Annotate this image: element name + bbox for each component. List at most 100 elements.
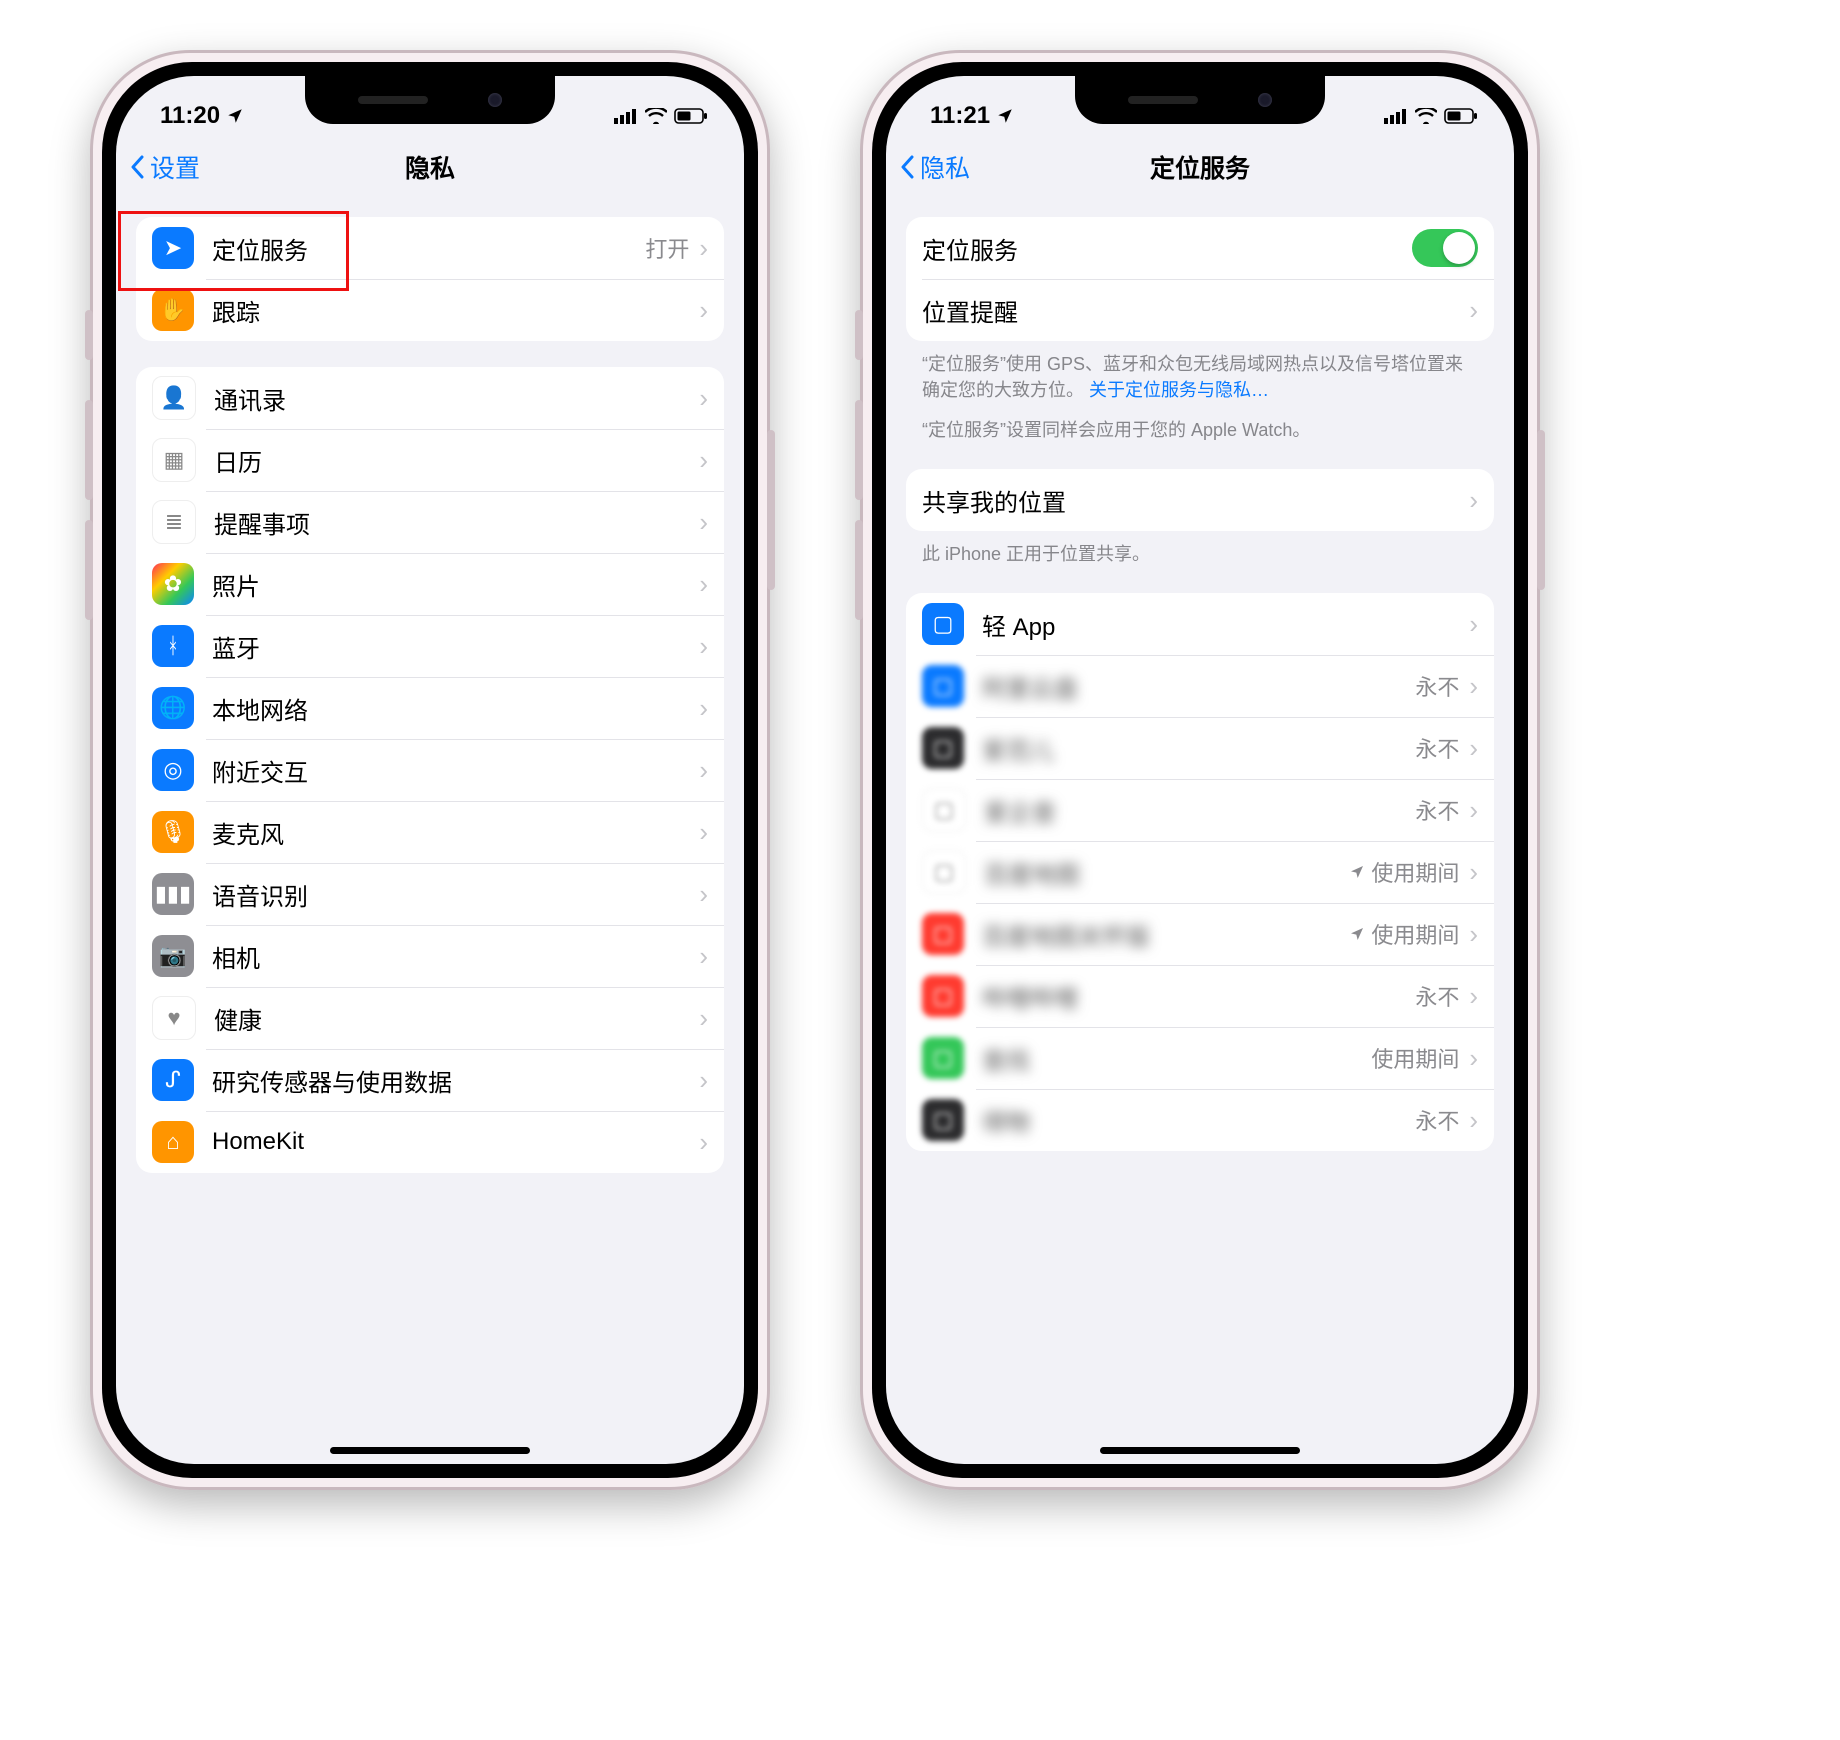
row-label: 研究传感器与使用数据 bbox=[212, 1063, 699, 1098]
list-row[interactable]: 🌐本地网络› bbox=[136, 677, 724, 739]
time-text: 11:21 bbox=[930, 102, 990, 130]
app-icon: ▢ bbox=[922, 603, 964, 645]
back-label: 设置 bbox=[150, 149, 200, 185]
content[interactable]: ➤定位服务打开›✋跟踪› 👤通讯录›▦日历›≣提醒事项›✿照片›ᚼ蓝牙›🌐本地网… bbox=[116, 201, 744, 1464]
list-row[interactable]: ▢哔哩哔哩永不› bbox=[906, 965, 1494, 1027]
mute-switch bbox=[855, 310, 863, 360]
chevron-right-icon: › bbox=[1469, 485, 1478, 516]
health-icon: ♥ bbox=[152, 996, 196, 1040]
battery-icon bbox=[1444, 108, 1478, 124]
chevron-right-icon: › bbox=[699, 631, 708, 662]
content[interactable]: 定位服务 位置提醒 › “定位服务”使用 GPS、蓝牙和众包无线局域网热点以及信… bbox=[886, 201, 1514, 1464]
list-row[interactable]: ▢百度地图使用期间› bbox=[906, 841, 1494, 903]
chevron-right-icon: › bbox=[699, 1065, 708, 1096]
row-label: 附近交互 bbox=[212, 753, 699, 788]
row-label: 哔哩哔哩 bbox=[982, 979, 1415, 1014]
speaker bbox=[1128, 96, 1198, 104]
row-label: 照片 bbox=[212, 567, 699, 602]
row-label: 健康 bbox=[214, 1001, 699, 1036]
globe-icon: 🌐 bbox=[152, 687, 194, 729]
app-icon: ▢ bbox=[922, 727, 964, 769]
list-row[interactable]: ▢百度地图关怀版使用期间› bbox=[906, 903, 1494, 965]
row-label: HomeKit bbox=[212, 1128, 699, 1156]
chevron-right-icon: › bbox=[699, 233, 708, 264]
list-row[interactable]: ▢轻 App› bbox=[906, 593, 1494, 655]
list-row[interactable]: ▢查找使用期间› bbox=[906, 1027, 1494, 1089]
chevron-right-icon: › bbox=[699, 941, 708, 972]
list-row[interactable]: ◎附近交互› bbox=[136, 739, 724, 801]
row-label: 阿里云盘 bbox=[982, 669, 1415, 704]
calendar-icon: ▦ bbox=[152, 438, 196, 482]
list-row[interactable]: ▢阿里云盘永不› bbox=[906, 655, 1494, 717]
contacts-icon: 👤 bbox=[152, 376, 196, 420]
cellular-icon bbox=[614, 108, 638, 124]
row-label: 爱范儿 bbox=[982, 731, 1415, 766]
list-row[interactable]: ♥健康› bbox=[136, 987, 724, 1049]
row-label: 麦克风 bbox=[212, 815, 699, 850]
row-value: 永不 bbox=[1415, 732, 1459, 764]
back-button[interactable]: 隐私 bbox=[900, 149, 970, 185]
chevron-right-icon: › bbox=[1469, 295, 1478, 326]
location-services-toggle-row[interactable]: 定位服务 bbox=[906, 217, 1494, 279]
location-group-main: 定位服务 位置提醒 › bbox=[906, 217, 1494, 341]
home-indicator[interactable] bbox=[330, 1447, 530, 1454]
status-time: 11:20 bbox=[160, 102, 244, 130]
row-label: 得物 bbox=[982, 1103, 1415, 1138]
list-row[interactable]: 📷相机› bbox=[136, 925, 724, 987]
row-label: 日历 bbox=[214, 443, 699, 478]
front-camera bbox=[488, 93, 502, 107]
share-location-group: 共享我的位置 › bbox=[906, 469, 1494, 531]
list-row[interactable]: ᔑ 研究传感器与使用数据› bbox=[136, 1049, 724, 1111]
hand-icon: ✋ bbox=[152, 289, 194, 331]
bluetooth-icon: ᚼ bbox=[152, 625, 194, 667]
row-label: 通讯录 bbox=[214, 381, 699, 416]
location-services-toggle[interactable] bbox=[1412, 229, 1478, 267]
volume-up bbox=[85, 400, 93, 500]
row-label: 定位服务 bbox=[922, 231, 1412, 266]
list-row[interactable]: ≣提醒事项› bbox=[136, 491, 724, 553]
phone-left: 11:20 bbox=[90, 50, 770, 1490]
row-label: 语音识别 bbox=[212, 877, 699, 912]
mic-icon: 🎙 bbox=[152, 811, 194, 853]
list-row[interactable]: ▦日历› bbox=[136, 429, 724, 491]
row-label: 轻 App bbox=[982, 607, 1469, 642]
chevron-right-icon: › bbox=[699, 507, 708, 538]
time-text: 11:20 bbox=[160, 102, 220, 130]
row-value: 永不 bbox=[1415, 1104, 1459, 1136]
share-my-location-row[interactable]: 共享我的位置 › bbox=[906, 469, 1494, 531]
page-title: 隐私 bbox=[405, 149, 455, 185]
back-button[interactable]: 设置 bbox=[130, 149, 200, 185]
apps-location-group: ▢轻 App›▢阿里云盘永不›▢爱范儿永不›▢爱企查永不›▢百度地图使用期间›▢… bbox=[906, 593, 1494, 1151]
chevron-right-icon: › bbox=[1469, 1043, 1478, 1074]
power-button bbox=[767, 430, 775, 590]
notch bbox=[1075, 76, 1325, 124]
nearby-icon: ◎ bbox=[152, 749, 194, 791]
list-row[interactable]: ✿照片› bbox=[136, 553, 724, 615]
list-row[interactable]: ᚼ蓝牙› bbox=[136, 615, 724, 677]
chevron-right-icon: › bbox=[1469, 857, 1478, 888]
list-row[interactable]: ➤定位服务打开› bbox=[136, 217, 724, 279]
list-row[interactable]: ▢爱企查永不› bbox=[906, 779, 1494, 841]
chevron-right-icon: › bbox=[1469, 733, 1478, 764]
location-alerts-row[interactable]: 位置提醒 › bbox=[906, 279, 1494, 341]
row-value: 使用期间 bbox=[1349, 856, 1459, 888]
list-row[interactable]: ▢ 得物永不 › bbox=[906, 1089, 1494, 1151]
list-row[interactable]: ✋跟踪› bbox=[136, 279, 724, 341]
app-icon: ▢ bbox=[922, 1099, 964, 1141]
home-indicator[interactable] bbox=[1100, 1447, 1300, 1454]
row-label: 共享我的位置 bbox=[922, 483, 1469, 518]
chevron-right-icon: › bbox=[699, 693, 708, 724]
cellular-icon bbox=[1384, 108, 1408, 124]
chevron-right-icon: › bbox=[699, 569, 708, 600]
about-location-privacy-link[interactable]: 关于定位服务与隐私… bbox=[1089, 380, 1269, 400]
list-row[interactable]: ▢ 爱范儿永不 › bbox=[906, 717, 1494, 779]
mute-switch bbox=[85, 310, 93, 360]
phone-right: 11:21 bbox=[860, 50, 1540, 1490]
list-row[interactable]: 🎙麦克风› bbox=[136, 801, 724, 863]
list-row[interactable]: 👤通讯录› bbox=[136, 367, 724, 429]
back-label: 隐私 bbox=[920, 149, 970, 185]
list-row[interactable]: ⌂HomeKit› bbox=[136, 1111, 724, 1173]
list-row[interactable]: ▮▮▮语音识别› bbox=[136, 863, 724, 925]
chevron-right-icon: › bbox=[1469, 1105, 1478, 1136]
sensors-icon: ᔑ bbox=[152, 1059, 194, 1101]
